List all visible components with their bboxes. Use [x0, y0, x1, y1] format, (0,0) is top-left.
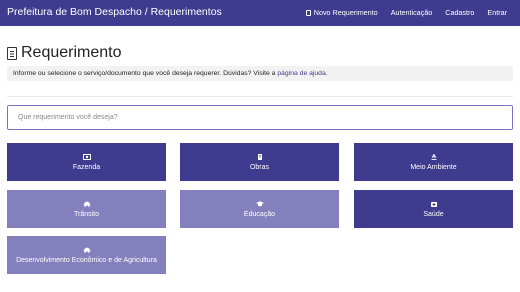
service-tile-meio-ambiente[interactable]: Meio Ambiente [354, 143, 513, 181]
service-tile-fazenda[interactable]: Fazenda [7, 143, 166, 181]
info-text: Informe ou selecione o serviço/documento… [13, 70, 276, 77]
service-tile-desenvolvimento-economico[interactable]: Desenvolvimento Econômico e de Agricultu… [7, 236, 166, 274]
navbar: Prefeitura de Bom Despacho / Requeriment… [0, 0, 520, 26]
service-label: Saúde [423, 210, 444, 218]
car-icon [83, 201, 90, 207]
medkit-icon [430, 201, 437, 207]
service-label: Trânsito [73, 210, 100, 218]
service-tile-obras[interactable]: Obras [180, 143, 339, 181]
brand-title[interactable]: Prefeitura de Bom Despacho / Requeriment… [7, 6, 222, 18]
page-title: Requerimento [7, 44, 122, 62]
nav-links: Novo Requerimento Autenticação Cadastro … [305, 8, 507, 17]
service-label: Obras [249, 163, 270, 171]
graduation-cap-icon [255, 200, 264, 206]
nav-new-request-label: Novo Requerimento [313, 8, 378, 17]
page-title-text: Requerimento [21, 44, 122, 61]
divider [7, 96, 513, 97]
nav-register-link[interactable]: Cadastro [445, 8, 474, 17]
nav-login-link[interactable]: Entrar [487, 8, 507, 17]
search-input[interactable]: Que requerimento você deseja? [7, 105, 513, 130]
car-icon [83, 247, 90, 253]
building-icon [257, 153, 262, 160]
service-label: Meio Ambiente [410, 163, 457, 171]
service-tile-saude[interactable]: Saúde [354, 190, 513, 228]
nav-new-request-link[interactable]: Novo Requerimento [305, 8, 378, 17]
recycle-icon [431, 153, 436, 160]
file-text-icon [7, 46, 17, 60]
info-end: . [325, 70, 328, 77]
service-label: Educação [243, 210, 276, 218]
file-icon [305, 9, 311, 16]
money-icon [82, 153, 91, 160]
info-box: Informe ou selecione o serviço/documento… [7, 66, 513, 81]
service-tile-transito[interactable]: Trânsito [7, 190, 166, 228]
service-label: Fazenda [72, 163, 101, 171]
nav-authentication-link[interactable]: Autenticação [391, 8, 433, 17]
service-tile-educacao[interactable]: Educação [180, 190, 339, 228]
help-page-link[interactable]: página de ajuda [277, 70, 325, 77]
service-label: Desenvolvimento Econômico e de Agricultu… [16, 256, 157, 264]
